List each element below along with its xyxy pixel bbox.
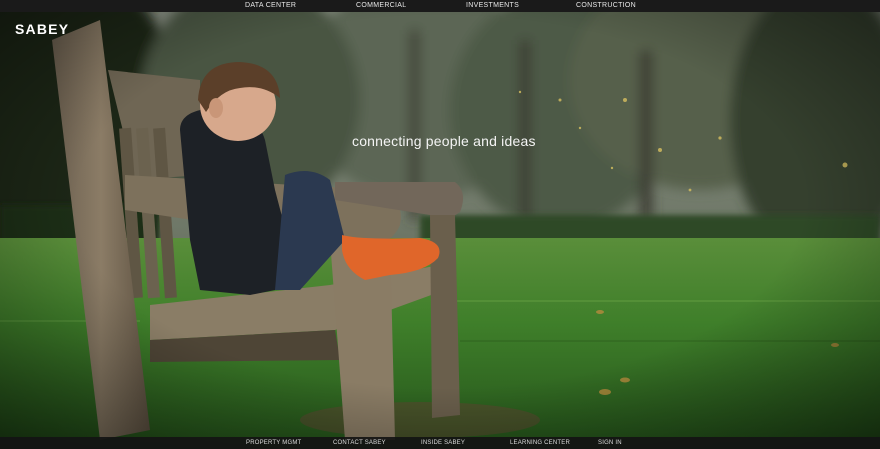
nav-item-investments[interactable]: INVESTMENTS [466,0,519,12]
footer-link-sign-in[interactable]: SIGN IN [598,437,622,449]
nav-item-data-center[interactable]: DATA CENTER [245,0,296,12]
nav-item-commercial[interactable]: COMMERCIAL [356,0,406,12]
footer-link-learning-center[interactable]: LEARNING CENTER [510,437,570,449]
footer-link-contact-sabey[interactable]: CONTACT SABEY [333,437,386,449]
footer-link-property-mgmt[interactable]: PROPERTY MGMT [246,437,301,449]
top-navigation-bar: DATA CENTER COMMERCIAL INVESTMENTS CONST… [0,0,880,12]
nav-item-construction[interactable]: CONSTRUCTION [576,0,636,12]
page: DATA CENTER COMMERCIAL INVESTMENTS CONST… [0,0,880,449]
hero-background-image [0,0,880,449]
footer-link-inside-sabey[interactable]: INSIDE SABEY [421,437,465,449]
hero-tagline: connecting people and ideas [352,133,536,149]
bottom-navigation-bar: PROPERTY MGMT CONTACT SABEY INSIDE SABEY… [0,437,880,449]
sabey-logo[interactable]: SABEY [15,21,69,37]
